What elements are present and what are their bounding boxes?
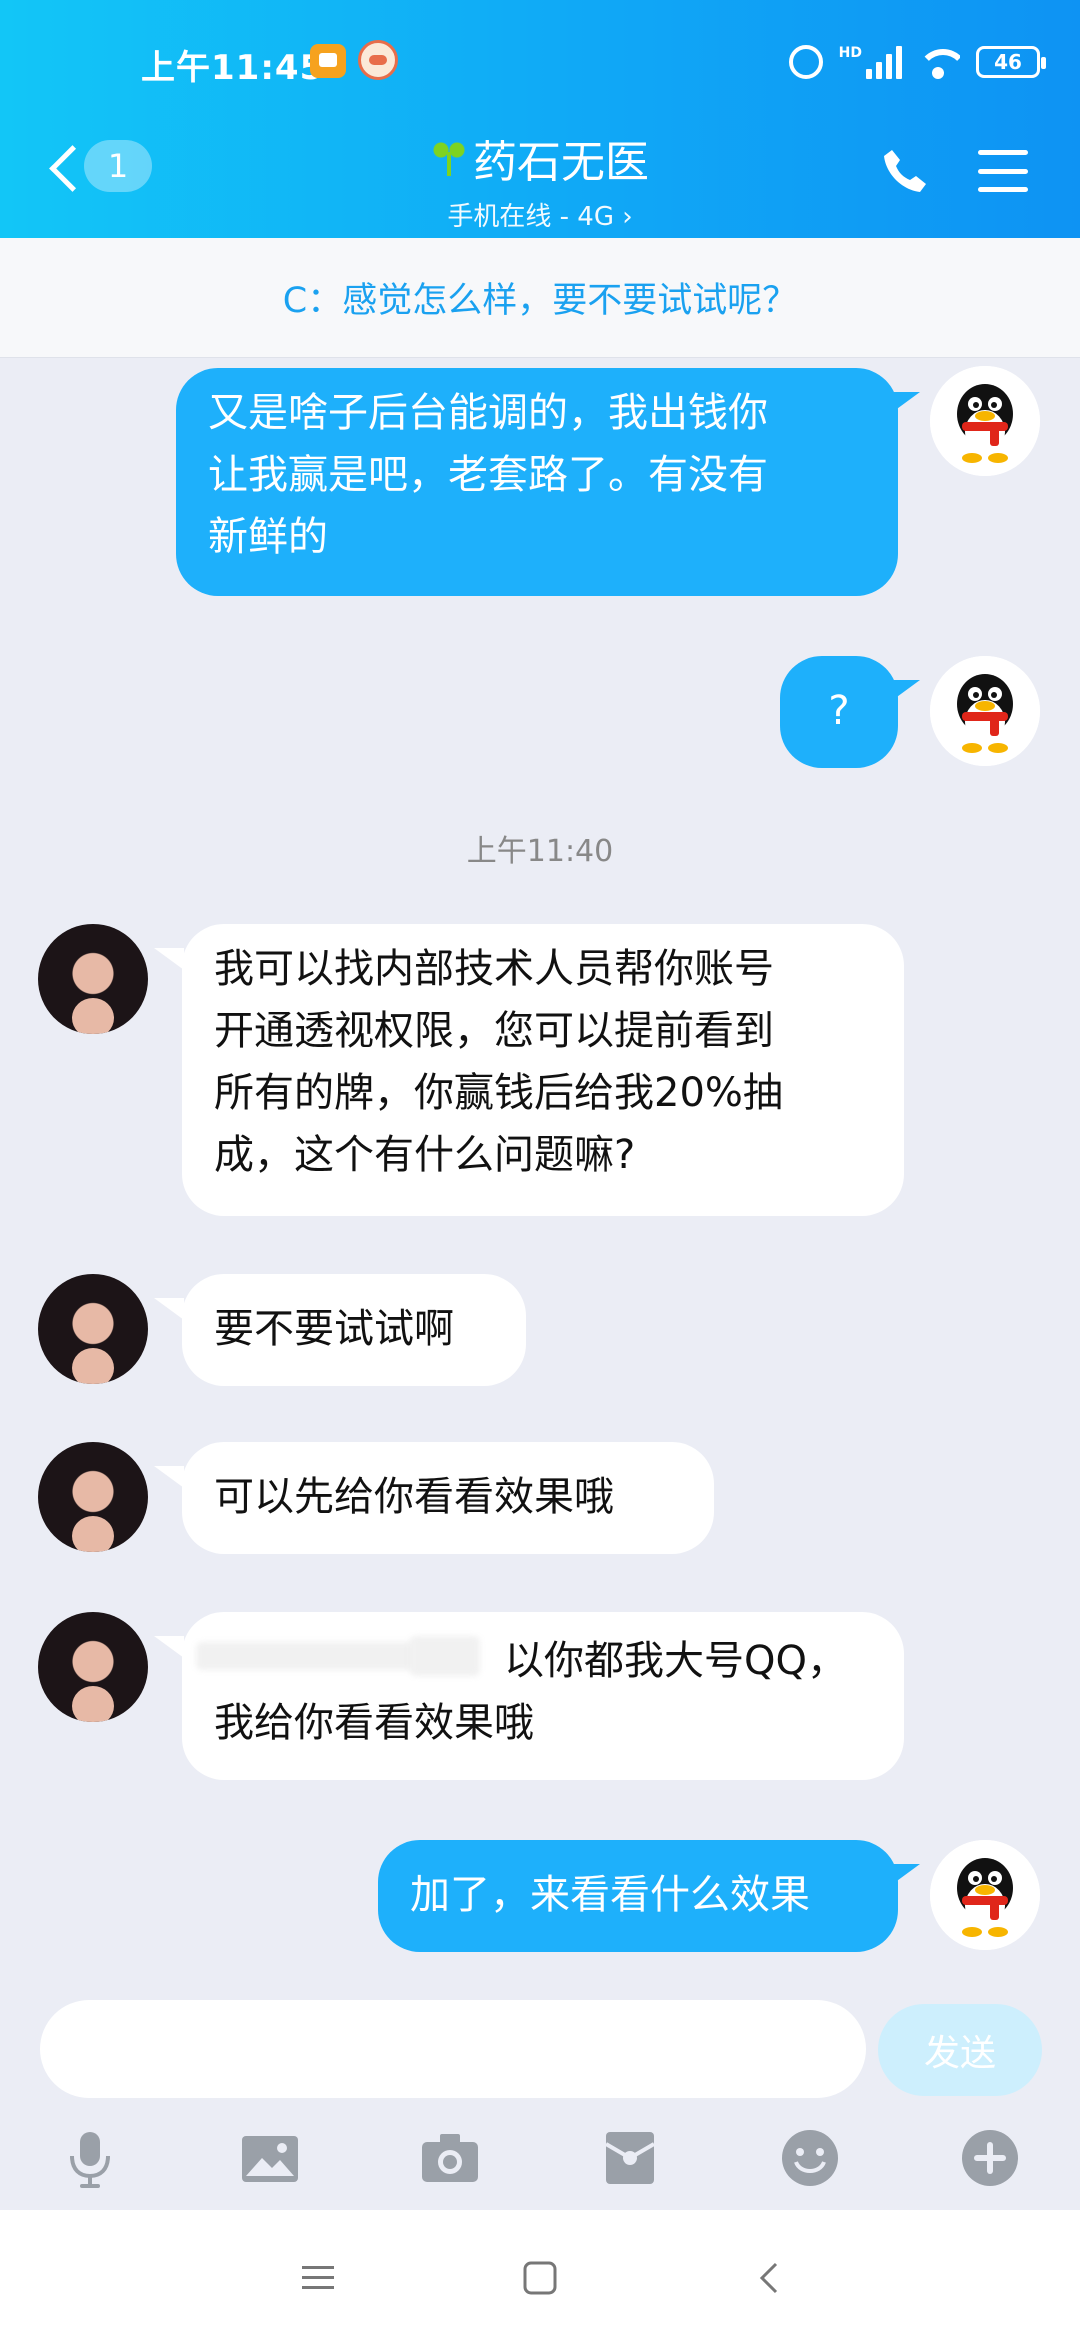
signal-icon [866, 45, 902, 79]
bubble-tail [154, 948, 184, 970]
system-nav-bar [0, 2210, 1080, 2340]
contact-avatar[interactable] [38, 924, 148, 1034]
red-packet-icon[interactable] [598, 2126, 662, 2190]
message-line: 我可以找内部技术人员帮你账号 [214, 946, 774, 992]
bubble-tail [154, 1466, 184, 1488]
online-status: 手机在线 - 4G › [447, 202, 633, 232]
wifi-icon [918, 45, 960, 79]
message-line: 开通透视权限，您可以提前看到 [214, 1008, 774, 1054]
hd-label: HD [838, 45, 862, 61]
message-bubble-incoming[interactable]: 要不要试试啊 [182, 1274, 526, 1386]
contact-avatar[interactable] [38, 1612, 148, 1722]
contact-avatar[interactable] [38, 1274, 148, 1384]
self-avatar[interactable] [930, 656, 1040, 766]
redaction-mask [410, 1636, 480, 1676]
message-bubble-outgoing[interactable]: ? [780, 656, 898, 768]
message-line: 新鲜的 [208, 514, 328, 560]
penguin-avatar-icon [930, 366, 1040, 476]
chat-toolbar [0, 2112, 1080, 2212]
message-bubble-incoming[interactable]: 我可以找内部技术人员帮你账号 开通透视权限，您可以提前看到 所有的牌，你赢钱后给… [182, 924, 904, 1216]
message-input[interactable] [40, 2000, 866, 2098]
phone-call-icon[interactable] [880, 146, 930, 196]
message-line: 让我赢是吧，老套路了。有没有 [208, 452, 768, 498]
message-bubble-incoming[interactable]: 以你都我大号QQ， 我给你看看效果哦 [182, 1612, 904, 1780]
bubble-tail [890, 1864, 920, 1886]
message-line: 又是啥子后台能调的，我出钱你 [208, 390, 768, 436]
microphone-icon[interactable] [58, 2126, 122, 2190]
menu-icon[interactable] [978, 146, 1028, 196]
contact-avatar[interactable] [38, 1442, 148, 1552]
status-icons: HD 46 [788, 42, 1046, 82]
message-bubble-outgoing[interactable]: 又是啥子后台能调的，我出钱你 让我赢是吧，老套路了。有没有 新鲜的 [176, 368, 898, 596]
send-button[interactable]: 发送 [878, 2004, 1042, 2096]
image-icon[interactable] [238, 2126, 302, 2190]
back-nav-icon[interactable] [752, 2260, 788, 2296]
bubble-tail [890, 680, 920, 702]
bubble-tail [890, 392, 920, 414]
notification-app-icon [358, 40, 398, 80]
emoji-icon[interactable] [778, 2126, 842, 2190]
penguin-avatar-icon [930, 656, 1040, 766]
battery-icon: 46 [976, 46, 1046, 78]
notification-note-icon [310, 44, 346, 78]
battery-level: 46 [994, 50, 1022, 74]
chat-nav: 1 药石无医 手机在线 - 4G › [0, 120, 1080, 238]
message-line: 加了，来看看什么效果 [410, 1872, 810, 1918]
message-bubble-incoming[interactable]: 可以先给你看看效果哦 [182, 1442, 714, 1554]
header-bar: 上午11:45 HD 46 1 药石无医 手机在线 - 4G › [0, 0, 1080, 238]
bubble-tail [154, 1636, 184, 1658]
alarm-icon [788, 45, 823, 79]
self-avatar[interactable] [930, 1840, 1040, 1950]
message-bubble-outgoing[interactable]: 加了，来看看什么效果 [378, 1840, 898, 1952]
menu-nav-icon[interactable] [300, 2260, 336, 2296]
message-line: 所有的牌，你赢钱后给我20%抽 [214, 1070, 783, 1116]
contact-title: 药石无医 [431, 126, 649, 190]
message-line: 我给你看看效果哦 [214, 1700, 534, 1746]
message-line: ? [828, 688, 850, 734]
message-line: 成，这个有什么问题嘛? [214, 1132, 636, 1178]
camera-icon[interactable] [418, 2126, 482, 2190]
home-nav-icon[interactable] [522, 2260, 558, 2296]
status-time: 上午11:45 [141, 48, 325, 88]
contact-name: 药石无医 [473, 137, 649, 188]
message-line: 要不要试试啊 [214, 1306, 454, 1352]
bubble-tail [154, 1298, 184, 1320]
pinned-message-banner[interactable]: C：感觉怎么样，要不要试试呢？ [0, 238, 1080, 358]
plus-icon[interactable] [958, 2126, 1022, 2190]
message-line: 可以先给你看看效果哦 [214, 1474, 614, 1520]
penguin-avatar-icon [930, 1840, 1040, 1950]
pinned-message-text: C：感觉怎么样，要不要试试呢？ [282, 281, 798, 321]
status-bar: 上午11:45 HD 46 [0, 0, 1080, 120]
redaction-mask [196, 1642, 426, 1670]
self-avatar[interactable] [930, 366, 1040, 476]
sprout-icon [431, 138, 467, 178]
message-timestamp: 上午11:40 [466, 834, 614, 869]
